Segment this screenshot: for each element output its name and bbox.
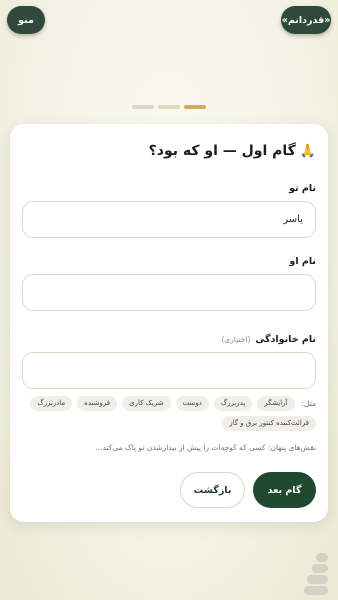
their-name-input[interactable] bbox=[22, 274, 316, 311]
card-title-text: گام اول — او که بود؟ bbox=[148, 143, 296, 159]
example-chip[interactable]: دوست bbox=[175, 396, 209, 411]
example-chip[interactable]: فروشنده bbox=[77, 396, 118, 411]
card-title: 🙏 گام اول — او که بود؟ bbox=[149, 143, 316, 159]
step-dot-3 bbox=[132, 105, 154, 109]
step-card: 🙏 گام اول — او که بود؟ نام تو نام او نام… bbox=[10, 124, 328, 522]
example-chip[interactable]: قرائت‌کننده کنتور برق و گاز bbox=[222, 416, 316, 431]
thanks-button[interactable]: «قدردانم» bbox=[281, 6, 331, 34]
next-step-button[interactable]: گام بعد bbox=[253, 472, 316, 508]
example-chip[interactable]: شریک کاری bbox=[122, 396, 171, 411]
step-dot-1-active bbox=[184, 105, 206, 109]
step-indicator bbox=[0, 105, 338, 109]
your-name-label: نام تو bbox=[289, 183, 316, 194]
example-chip[interactable]: آرایشگر bbox=[257, 396, 295, 411]
hidden-roles-hint: نقش‌های پنهان: کسی که کوچه‌ات را پیش از … bbox=[95, 443, 316, 452]
your-name-label-text: نام تو bbox=[289, 183, 316, 194]
their-name-label: نام او bbox=[289, 256, 316, 267]
praying-hands-icon: 🙏 bbox=[299, 143, 316, 159]
menu-button[interactable]: منو bbox=[7, 6, 45, 34]
optional-tag: (اختیاری) bbox=[221, 335, 251, 344]
app-logo-icon bbox=[304, 553, 328, 595]
example-chip[interactable]: پدربزرگ bbox=[213, 396, 253, 411]
family-name-label: نام خانوادگی (اختیاری) bbox=[222, 334, 317, 345]
family-name-label-text: نام خانوادگی bbox=[255, 334, 316, 345]
example-chip[interactable]: مادربزرگ bbox=[30, 396, 73, 411]
your-name-input[interactable] bbox=[22, 201, 316, 238]
examples-row: مثل: آرایشگر پدربزرگ دوست شریک کاری فروش… bbox=[22, 396, 316, 431]
step-dot-2 bbox=[158, 105, 180, 109]
family-name-input[interactable] bbox=[22, 352, 316, 389]
examples-label: مثل: bbox=[301, 399, 317, 408]
their-name-label-text: نام او bbox=[289, 256, 316, 267]
back-button[interactable]: بازگشت bbox=[180, 472, 245, 508]
